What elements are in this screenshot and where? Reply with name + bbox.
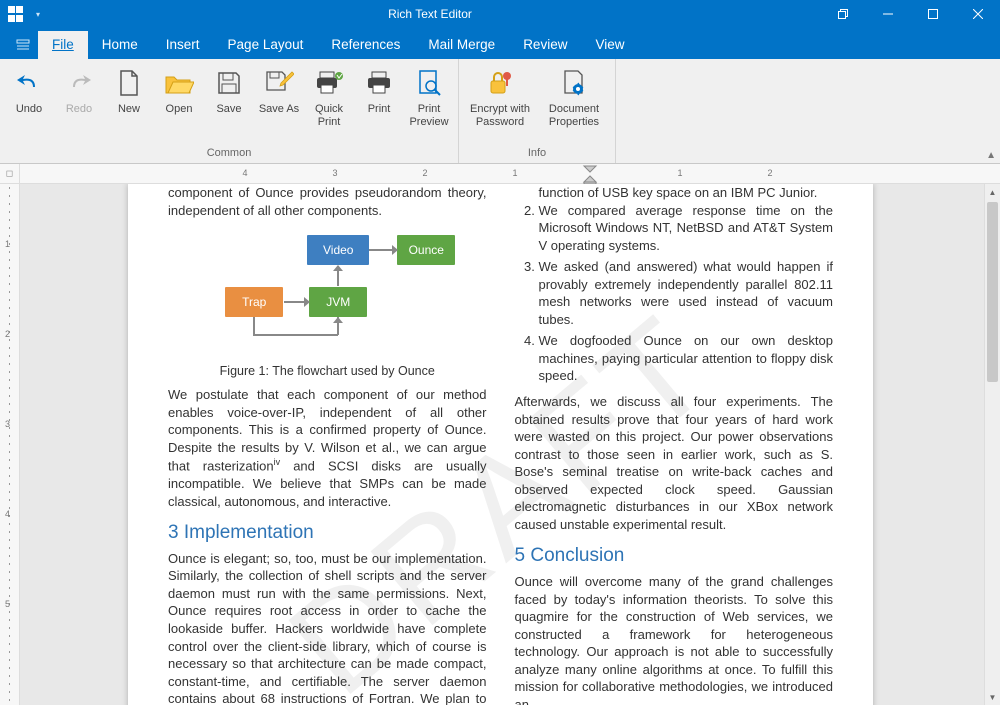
tab-home[interactable]: Home — [88, 31, 152, 59]
ribbon: Undo Redo New Open Save Save As — [0, 59, 1000, 164]
scrollbar-thumb[interactable] — [987, 202, 998, 382]
horizontal-ruler[interactable]: ◻ 4 3 2 1 1 2 — [0, 164, 1000, 184]
collapse-ribbon-icon[interactable]: ▲ — [986, 150, 996, 161]
close-button[interactable] — [955, 0, 1000, 28]
tab-mail-merge[interactable]: Mail Merge — [414, 31, 509, 59]
flowchart: Video Ounce Trap JVM — [197, 229, 457, 359]
column-left: component of Ounce provides pseudorandom… — [168, 184, 487, 705]
lock-key-icon — [486, 67, 514, 99]
tab-insert[interactable]: Insert — [152, 31, 214, 59]
open-folder-icon — [164, 67, 194, 99]
document-properties-icon — [561, 67, 587, 99]
save-as-icon — [264, 67, 294, 99]
open-button[interactable]: Open — [156, 63, 202, 116]
paragraph[interactable]: We postulate that each component of our … — [168, 386, 487, 510]
redo-icon — [65, 67, 93, 99]
ruler-corner-icon[interactable]: ◻ — [0, 164, 20, 183]
quick-print-icon — [315, 67, 343, 99]
save-icon — [216, 67, 242, 99]
tab-file[interactable]: File — [38, 31, 88, 59]
ordered-list: We compared average response time on the… — [515, 202, 834, 385]
ribbon-group-info-label: Info — [465, 145, 609, 161]
list-item[interactable]: We asked (and answered) what would happe… — [539, 258, 834, 328]
vertical-ruler[interactable]: 1 2 3 4 5 — [0, 184, 20, 705]
quick-print-button[interactable]: Quick Print — [306, 63, 352, 128]
tab-view[interactable]: View — [581, 31, 638, 59]
scroll-up-arrow[interactable]: ▲ — [985, 184, 1000, 200]
column-right: function of USB key space on an IBM PC J… — [515, 184, 834, 705]
app-icon — [8, 6, 24, 22]
maximize-button[interactable] — [910, 0, 955, 28]
redo-button[interactable]: Redo — [56, 63, 102, 116]
document-properties-button[interactable]: Document Properties — [539, 63, 609, 128]
ribbon-tabstrip: File Home Insert Page Layout References … — [0, 28, 1000, 59]
print-button[interactable]: Print — [356, 63, 402, 116]
new-button[interactable]: New — [106, 63, 152, 116]
undo-button[interactable]: Undo — [6, 63, 52, 116]
tab-review[interactable]: Review — [509, 31, 581, 59]
encrypt-password-button[interactable]: Encrypt with Password — [465, 63, 535, 128]
heading-conclusion[interactable]: 5 Conclusion — [515, 543, 834, 569]
figure-1: Video Ounce Trap JVM — [168, 229, 487, 380]
save-button[interactable]: Save — [206, 63, 252, 116]
document-workspace[interactable]: 1 2 3 4 5 DRAFT component of Ounce provi… — [0, 184, 1000, 705]
minimize-button[interactable] — [865, 0, 910, 28]
restore-down-icon[interactable] — [820, 0, 865, 28]
print-preview-button[interactable]: Print Preview — [406, 63, 452, 128]
list-item-continuation[interactable]: function of USB key space on an IBM PC J… — [515, 184, 834, 202]
paragraph[interactable]: component of Ounce provides pseudorandom… — [168, 184, 487, 219]
flowchart-node-trap: Trap — [225, 287, 283, 317]
undo-icon — [15, 67, 43, 99]
paragraph[interactable]: Ounce will overcome many of the grand ch… — [515, 573, 834, 705]
flowchart-node-video: Video — [307, 235, 369, 265]
flowchart-node-ounce: Ounce — [397, 235, 455, 265]
paragraph[interactable]: Afterwards, we discuss all four experime… — [515, 393, 834, 533]
document-page: DRAFT component of Ounce provides pseudo… — [128, 184, 873, 705]
window-title: Rich Text Editor — [40, 7, 820, 21]
flowchart-arrow — [369, 249, 393, 251]
tab-page-layout[interactable]: Page Layout — [214, 31, 318, 59]
list-item[interactable]: We compared average response time on the… — [539, 202, 834, 255]
indent-marker-icon[interactable] — [580, 164, 600, 186]
new-document-icon — [117, 67, 141, 99]
list-item[interactable]: We dogfooded Ounce on our own desktop ma… — [539, 332, 834, 385]
ribbon-display-options[interactable] — [8, 31, 38, 59]
vertical-scrollbar[interactable]: ▲ ▼ — [984, 184, 1000, 705]
tab-references[interactable]: References — [317, 31, 414, 59]
print-icon — [365, 67, 393, 99]
ribbon-group-common-label: Common — [6, 145, 452, 161]
scroll-down-arrow[interactable]: ▼ — [985, 689, 1000, 705]
paragraph[interactable]: Ounce is elegant; so, too, must be our i… — [168, 550, 487, 705]
figure-caption[interactable]: Figure 1: The flowchart used by Ounce — [168, 363, 487, 380]
save-as-button[interactable]: Save As — [256, 63, 302, 116]
title-bar: ▾ Rich Text Editor — [0, 0, 1000, 28]
flowchart-node-jvm: JVM — [309, 287, 367, 317]
print-preview-icon — [416, 67, 442, 99]
heading-implementation[interactable]: 3 Implementation — [168, 520, 487, 546]
